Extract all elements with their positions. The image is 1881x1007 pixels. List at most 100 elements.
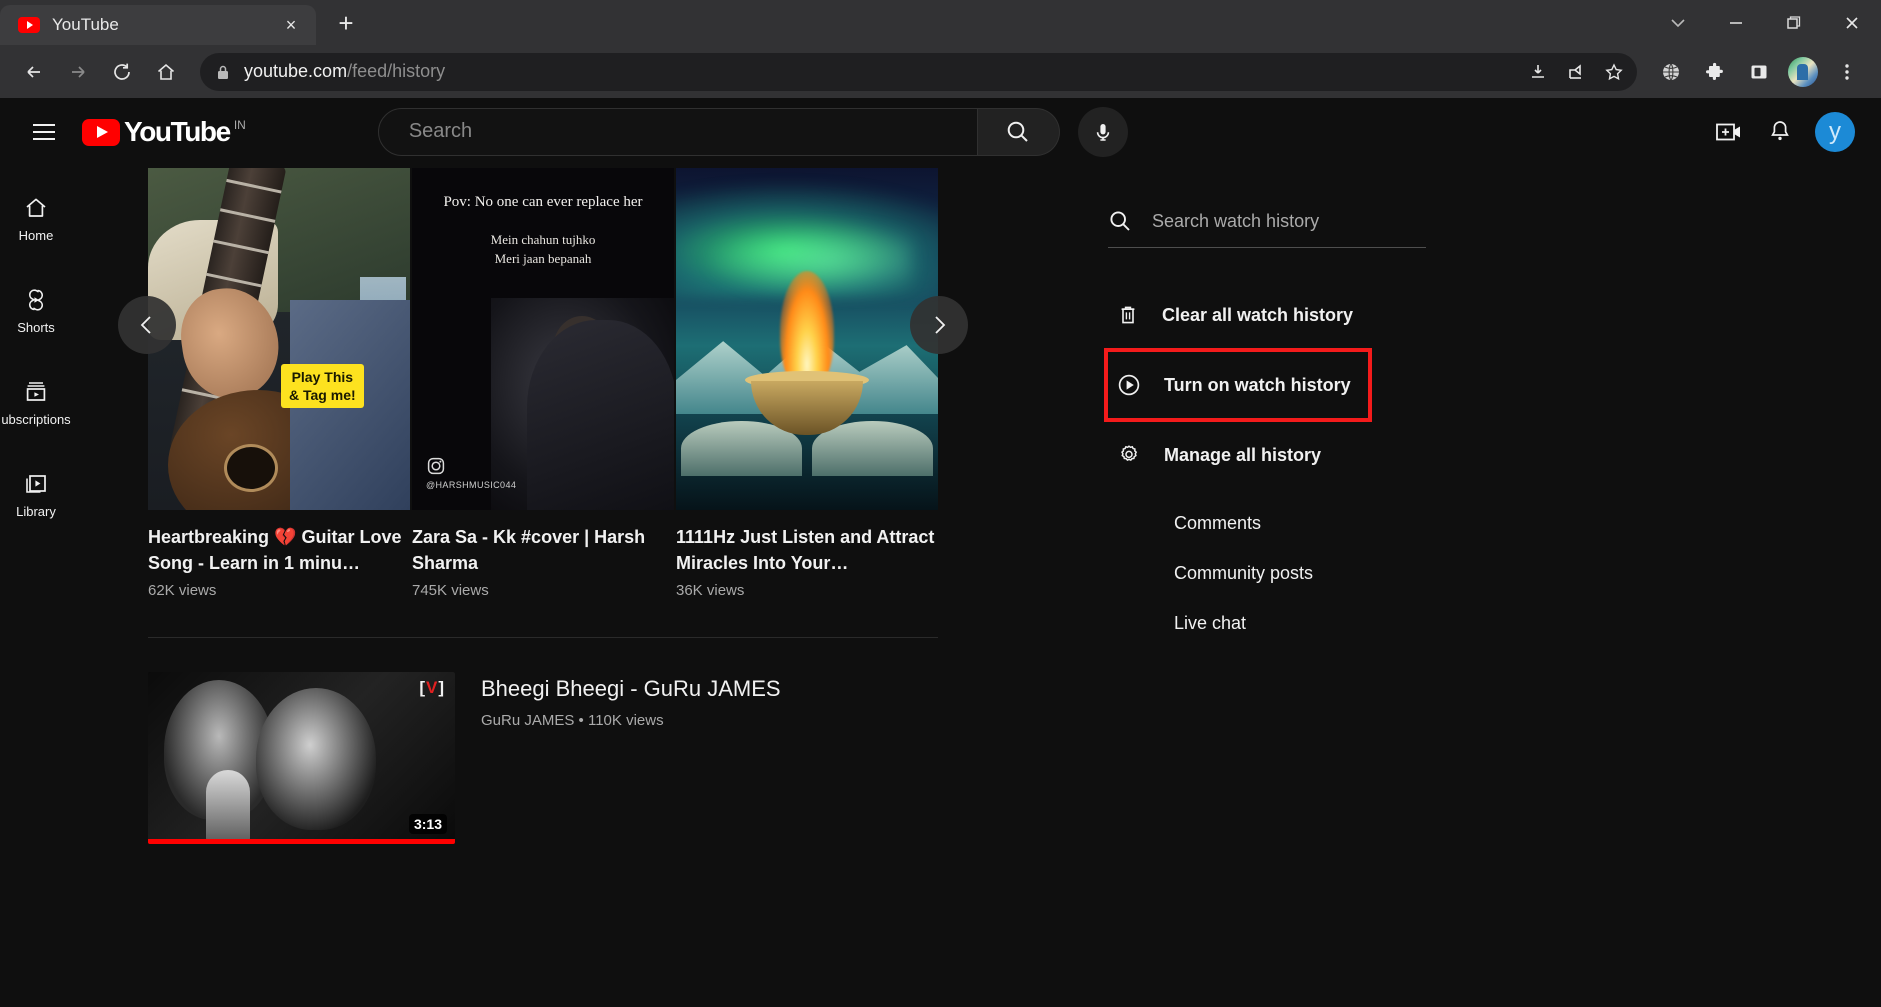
watch-progress-bar (148, 839, 455, 844)
left-sidebar: Home Shorts ubscriptions (0, 165, 72, 1007)
extensions-puzzle-icon[interactable] (1695, 52, 1735, 92)
section-divider (148, 637, 938, 638)
youtube-logo-icon (82, 119, 120, 146)
omnibox-actions (1519, 53, 1637, 91)
search-icon (1108, 209, 1132, 233)
chrome-menu-icon[interactable] (1827, 52, 1867, 92)
sidebar-item-label: ubscriptions (1, 412, 70, 427)
profile-avatar[interactable] (1783, 52, 1823, 92)
close-tab-icon[interactable]: × (278, 12, 304, 38)
turn-on-watch-history-button[interactable]: Turn on watch history (1108, 352, 1368, 418)
library-icon (23, 471, 49, 497)
shorts-row: Play This& Tag me! Heartbreaking 💔 Guita… (148, 168, 938, 599)
tab-strip: YouTube × + (0, 0, 1881, 45)
video-channel[interactable]: GuRu JAMES (481, 712, 574, 729)
search-button[interactable] (978, 108, 1060, 156)
shorts-card[interactable]: Play This& Tag me! Heartbreaking 💔 Guita… (148, 168, 410, 599)
lock-icon (216, 64, 230, 80)
restore-window-button[interactable] (1765, 0, 1823, 45)
address-bar[interactable]: youtube.com/feed/history (200, 53, 1637, 91)
microphone-icon[interactable] (1078, 107, 1128, 157)
url-text: youtube.com/feed/history (244, 61, 445, 82)
sidebar-item-library[interactable]: Library (0, 449, 72, 541)
shorts-thumbnail[interactable]: Pov: No one can ever replace her Mein ch… (412, 168, 674, 510)
watch-history-panel: Search watch history Clear all watch his… (1082, 165, 1881, 1007)
shorts-card[interactable]: Pov: No one can ever replace her Mein ch… (412, 168, 674, 599)
shorts-thumbnail[interactable] (676, 168, 938, 510)
search-area: Search (378, 107, 1128, 157)
subscriptions-icon (23, 379, 49, 405)
download-icon[interactable] (1519, 53, 1557, 91)
browser-tab[interactable]: YouTube × (0, 5, 316, 45)
history-subitem-comments[interactable]: Comments (1108, 498, 1881, 548)
action-label: Turn on watch history (1164, 375, 1351, 396)
shorts-title: Zara Sa - Kk #cover | Harsh Sharma (412, 524, 674, 576)
side-panel-icon[interactable] (1739, 52, 1779, 92)
video-title[interactable]: Bheegi Bheegi - GuRu JAMES (481, 676, 781, 702)
sidebar-item-shorts[interactable]: Shorts (0, 265, 72, 357)
header-right-actions: y (1715, 112, 1861, 152)
sidebar-item-subscriptions[interactable]: ubscriptions (0, 357, 72, 449)
video-thumbnail[interactable]: [V] 3:13 (148, 672, 455, 844)
thumbnail-text-line1: Pov: No one can ever replace her (412, 194, 674, 211)
forward-icon[interactable] (58, 52, 98, 92)
shorts-title: Heartbreaking 💔 Guitar Love Song - Learn… (148, 524, 410, 576)
sidebar-item-label: Home (19, 228, 54, 243)
instagram-handle: @HARSHMUSIC044 (426, 480, 516, 490)
clear-all-watch-history-button[interactable]: Clear all watch history (1108, 288, 1881, 342)
subitem-label: Comments (1174, 513, 1261, 534)
tab-title: YouTube (52, 15, 266, 35)
bookmark-star-icon[interactable] (1595, 53, 1633, 91)
history-sub-items: Comments Community posts Live chat (1108, 498, 1881, 648)
new-tab-button[interactable]: + (326, 3, 366, 43)
search-input[interactable]: Search (378, 108, 978, 156)
close-window-button[interactable] (1823, 0, 1881, 45)
thumbnail-instagram-credit: @HARSHMUSIC044 (426, 456, 516, 490)
country-code-badge: IN (234, 118, 246, 132)
shorts-thumbnail[interactable]: Play This& Tag me! (148, 168, 410, 510)
account-avatar[interactable]: y (1815, 112, 1855, 152)
history-search-input[interactable]: Search watch history (1108, 209, 1426, 248)
hamburger-icon[interactable] (20, 108, 68, 156)
history-subitem-community-posts[interactable]: Community posts (1108, 548, 1881, 598)
shorts-shelf: Play This& Tag me! Heartbreaking 💔 Guita… (148, 168, 938, 599)
video-subtitle: GuRu JAMES • 110K views (481, 712, 781, 729)
youtube-logo-text: YouTube (124, 117, 230, 147)
video-list-item[interactable]: [V] 3:13 Bheegi Bheegi - GuRu JAMES GuRu… (148, 672, 1082, 844)
share-icon[interactable] (1557, 53, 1595, 91)
manage-all-history-button[interactable]: Manage all history (1108, 428, 1881, 482)
sidebar-item-label: Library (16, 504, 56, 519)
thumbnail-art (676, 168, 938, 510)
home-icon (23, 195, 49, 221)
youtube-page: YouTube IN Search (0, 98, 1881, 1007)
shelf-next-button[interactable] (910, 296, 968, 354)
history-search-placeholder: Search watch history (1152, 211, 1319, 232)
chevron-down-icon[interactable] (1649, 0, 1707, 45)
back-icon[interactable] (14, 52, 54, 92)
minimize-window-button[interactable] (1707, 0, 1765, 45)
create-video-icon[interactable] (1715, 119, 1745, 145)
reload-icon[interactable] (102, 52, 142, 92)
thumbnail-watermark: [V] (419, 678, 445, 698)
youtube-logo[interactable]: YouTube IN (82, 117, 246, 147)
shelf-prev-button[interactable] (118, 296, 176, 354)
play-circle-icon (1116, 372, 1142, 398)
url-domain: youtube.com (244, 61, 347, 81)
shorts-views: 36K views (676, 582, 938, 599)
action-label: Clear all watch history (1162, 305, 1353, 326)
browser-toolbar: youtube.com/feed/history (0, 45, 1881, 98)
home-icon[interactable] (146, 52, 186, 92)
instagram-icon (426, 456, 516, 476)
shorts-card[interactable]: 1111Hz Just Listen and Attract Miracles … (676, 168, 938, 599)
bell-icon[interactable] (1767, 119, 1793, 145)
shorts-views: 62K views (148, 582, 410, 599)
history-subitem-live-chat[interactable]: Live chat (1108, 598, 1881, 648)
translate-globe-icon[interactable] (1651, 52, 1691, 92)
sidebar-item-home[interactable]: Home (0, 173, 72, 265)
thumbnail-art: Pov: No one can ever replace her Mein ch… (412, 168, 674, 510)
video-meta: Bheegi Bheegi - GuRu JAMES GuRu JAMES • … (481, 672, 781, 844)
thumbnail-overlay-badge: Play This& Tag me! (281, 364, 364, 408)
youtube-header: YouTube IN Search (0, 98, 1881, 165)
meta-separator: • (579, 712, 584, 729)
browser-window: YouTube × + (0, 0, 1881, 1007)
